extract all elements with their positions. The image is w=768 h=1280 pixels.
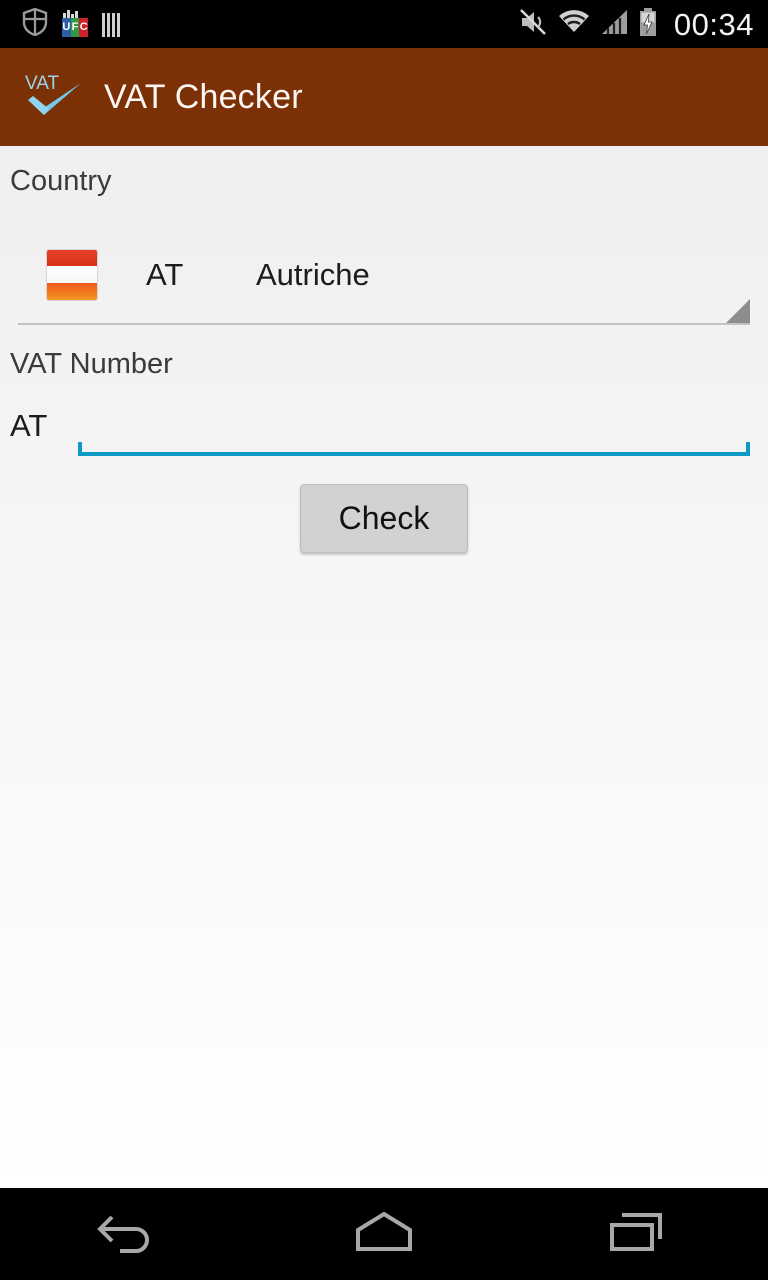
flag-austria-icon	[46, 248, 98, 301]
vat-number-row: AT	[10, 399, 750, 456]
status-bar: U F C 00:34	[0, 0, 768, 48]
recent-apps-icon	[604, 1207, 676, 1262]
nav-back-button[interactable]	[53, 1188, 203, 1280]
country-name: Autriche	[256, 256, 370, 292]
svg-text:VAT: VAT	[25, 73, 60, 94]
system-navigation-bar	[0, 1188, 768, 1280]
cell-signal-icon	[600, 9, 628, 40]
ufc-letter-c: C	[79, 18, 88, 37]
vat-number-input[interactable]	[78, 399, 750, 456]
main-content: Country AT Autriche VAT Number AT Check	[0, 146, 768, 1188]
status-bar-system-icons: 00:34	[518, 7, 754, 42]
check-button[interactable]: Check	[299, 483, 469, 553]
app-bar: VAT VAT Checker	[0, 48, 768, 146]
vat-check-icon: VAT	[22, 69, 86, 125]
flag-band-top	[47, 249, 97, 267]
ufc-letter-u: U	[62, 18, 71, 37]
barcode-icon	[102, 11, 124, 37]
vat-number-label: VAT Number	[10, 347, 173, 380]
country-label: Country	[10, 165, 112, 197]
flag-band-bottom	[47, 283, 97, 300]
status-bar-clock: 00:34	[673, 6, 754, 42]
ufc-icon: U F C	[62, 10, 88, 37]
mute-icon	[518, 7, 548, 42]
country-spinner[interactable]: AT Autriche	[18, 227, 750, 325]
app-title: VAT Checker	[104, 78, 303, 116]
ufc-bars	[62, 10, 79, 18]
country-code: AT	[146, 256, 184, 292]
nav-recents-button[interactable]	[565, 1188, 715, 1280]
nav-home-button[interactable]	[309, 1188, 459, 1280]
shield-icon	[22, 7, 48, 41]
back-arrow-icon	[92, 1207, 164, 1262]
dropdown-triangle-icon[interactable]	[726, 298, 750, 323]
android-screen: U F C 00:34 VAT VAT Checker Country AT A…	[0, 0, 768, 1280]
vat-input-wrapper	[78, 399, 750, 456]
flag-band-middle	[47, 266, 97, 284]
status-bar-notification-icons: U F C	[22, 7, 124, 41]
wifi-icon	[558, 9, 590, 40]
home-icon	[348, 1207, 420, 1262]
check-button-row: Check	[0, 483, 768, 553]
vat-prefix: AT	[10, 407, 48, 443]
battery-charging-icon	[638, 7, 658, 42]
ufc-letter-f: F	[70, 18, 80, 37]
vat-input-underline	[78, 441, 750, 456]
